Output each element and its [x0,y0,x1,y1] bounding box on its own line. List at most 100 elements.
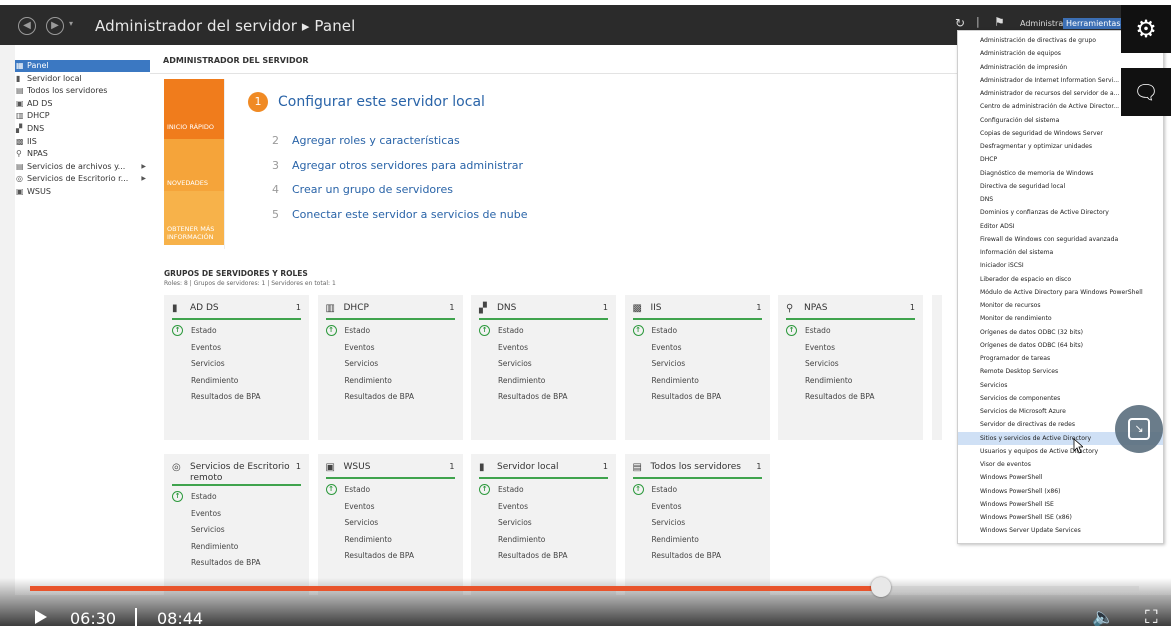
tools-menu-item[interactable]: Windows Server Update Services [958,524,1163,537]
role-card-link[interactable]: Resultados de BPA [805,392,875,401]
role-card-header[interactable]: ▥ DHCP 1 [325,301,455,320]
quickstart-tab[interactable]: INICIO RÁPIDO [164,79,224,139]
role-card-link[interactable]: Resultados de BPA [345,392,415,401]
tools-menu-item[interactable]: DNS [958,193,1163,206]
tools-menu-item[interactable]: Orígenes de datos ODBC (32 bits) [958,326,1163,339]
role-card-header[interactable]: ▩ IIS 1 [632,301,762,320]
role-card-link[interactable]: Servicios [805,359,839,368]
volume-icon[interactable]: 🔈 [1092,607,1114,626]
role-card-link[interactable]: Eventos [805,343,835,352]
tools-menu-item[interactable]: Monitor de rendimiento [958,312,1163,325]
role-card-link[interactable]: Rendimiento [652,535,699,544]
learn-more-tab[interactable]: OBTENER MÁS INFORMACIÓN [164,191,224,245]
sidebar-item[interactable]: ⚲ NPAS [15,148,150,160]
role-card-link[interactable]: Rendimiento [498,535,545,544]
tools-menu-item[interactable]: Servicios de componentes [958,392,1163,405]
role-card-link[interactable]: Rendimiento [345,535,392,544]
role-card-link[interactable]: Eventos [191,509,221,518]
role-card-link[interactable]: Rendimiento [191,542,238,551]
picture-in-picture-button[interactable]: ↘ [1115,405,1163,453]
notification-flag-icon[interactable]: ⚑ [994,15,1005,29]
news-tab[interactable]: NOVEDADES [164,139,224,191]
sidebar-item[interactable]: ◎ Servicios de Escritorio r... ▶ [15,173,150,185]
role-card-link[interactable]: Estado [498,326,524,335]
nav-dropdown-icon[interactable]: ▾ [69,19,73,28]
tools-menu-item[interactable]: Monitor de recursos [958,299,1163,312]
role-card-header[interactable]: ▣ WSUS 1 [325,460,455,479]
sidebar-item[interactable]: ▤ Todos los servidores [15,85,150,97]
tools-menu-item[interactable]: Directiva de seguridad local [958,180,1163,193]
tools-menu-item[interactable]: Visor de eventos [958,458,1163,471]
comment-icon[interactable]: 🗨 [1121,68,1171,116]
role-card-link[interactable]: Eventos [345,502,375,511]
fullscreen-icon[interactable]: ⛶ [1145,607,1158,626]
role-card-link[interactable]: Estado [498,485,524,494]
menu-administrar[interactable]: Administrar [1020,19,1067,28]
tools-menu-item[interactable]: Módulo de Active Directory para Windows … [958,286,1163,299]
role-card-link[interactable]: Rendimiento [805,376,852,385]
role-card-header[interactable]: ▤ Todos los servidores 1 [632,460,762,479]
quickstart-step-link[interactable]: Crear un grupo de servidores [292,183,453,196]
sidebar-item[interactable]: ▥ DHCP [15,110,150,122]
refresh-icon[interactable]: ↻ [955,16,965,30]
role-card-link[interactable]: Rendimiento [498,376,545,385]
back-button[interactable]: ◀ [18,17,36,35]
role-card-link[interactable]: Estado [345,326,371,335]
role-card-link[interactable]: Eventos [191,343,221,352]
role-card-link[interactable]: Servicios [345,359,379,368]
tools-menu-item[interactable]: Programador de tareas [958,352,1163,365]
role-card-link[interactable]: Resultados de BPA [652,551,722,560]
role-card-link[interactable]: Servicios [191,359,225,368]
role-card-link[interactable]: Rendimiento [345,376,392,385]
role-card-link[interactable]: Estado [191,492,217,501]
tools-menu-item[interactable]: DHCP [958,153,1163,166]
sidebar-item[interactable]: ▮ Servidor local [15,73,150,85]
sidebar-item[interactable]: ▦ Panel [15,60,150,72]
role-card-header[interactable]: ◎ Servicios de Escritorio remoto 1 [172,460,301,486]
tools-menu-item[interactable]: Diagnóstico de memoria de Windows [958,167,1163,180]
quickstart-step-link[interactable]: Agregar otros servidores para administra… [292,159,523,172]
play-icon[interactable] [35,610,47,624]
role-card-link[interactable]: Estado [652,485,678,494]
role-card-link[interactable]: Resultados de BPA [498,392,568,401]
sidebar-item[interactable]: ▩ IIS [15,136,150,148]
role-card-link[interactable]: Resultados de BPA [652,392,722,401]
tools-menu-item[interactable]: Windows PowerShell ISE [958,498,1163,511]
role-card-link[interactable]: Estado [652,326,678,335]
role-card-link[interactable]: Eventos [652,502,682,511]
tools-menu-item[interactable]: Firewall de Windows con seguridad avanza… [958,233,1163,246]
role-card-header[interactable]: ▮ Servidor local 1 [479,460,608,479]
role-card-header[interactable]: ▞ DNS 1 [479,301,608,320]
role-card-link[interactable]: Servicios [498,359,532,368]
sidebar-item[interactable]: ▞ DNS [15,123,150,135]
expand-arrow-icon[interactable]: ▶ [141,161,146,173]
quickstart-step-link[interactable]: Conectar este servidor a servicios de nu… [292,208,528,221]
role-card-link[interactable]: Resultados de BPA [191,558,261,567]
role-card-link[interactable]: Eventos [345,343,375,352]
tools-menu-item[interactable]: Desfragmentar y optimizar unidades [958,140,1163,153]
tools-menu-item[interactable]: Windows PowerShell [958,471,1163,484]
forward-button[interactable]: ▶ [46,17,64,35]
sidebar-item[interactable]: ▤ Servicios de archivos y... ▶ [15,161,150,173]
tools-menu-item[interactable]: Editor ADSI [958,220,1163,233]
role-card-header[interactable]: ▮ AD DS 1 [172,301,301,320]
tools-menu-item[interactable]: Iniciador iSCSI [958,259,1163,272]
role-card-link[interactable]: Rendimiento [191,376,238,385]
role-card-link[interactable]: Estado [191,326,217,335]
role-card-link[interactable]: Servicios [345,518,379,527]
role-card-link[interactable]: Resultados de BPA [498,551,568,560]
quickstart-step-link[interactable]: Agregar roles y características [292,134,460,147]
tools-menu-item[interactable]: Liberador de espacio en disco [958,273,1163,286]
role-card-link[interactable]: Eventos [498,343,528,352]
role-card-link[interactable]: Resultados de BPA [191,392,261,401]
role-card-link[interactable]: Rendimiento [652,376,699,385]
progress-thumb[interactable] [870,577,891,597]
role-card-link[interactable]: Eventos [498,502,528,511]
progress-track[interactable] [30,586,1139,591]
tools-menu-item[interactable]: Copias de seguridad de Windows Server [958,127,1163,140]
tools-menu-item[interactable]: Información del sistema [958,246,1163,259]
role-card-link[interactable]: Servicios [652,359,686,368]
role-card-link[interactable]: Estado [805,326,831,335]
tools-menu-item[interactable]: Remote Desktop Services [958,365,1163,378]
role-card-link[interactable]: Servicios [498,518,532,527]
